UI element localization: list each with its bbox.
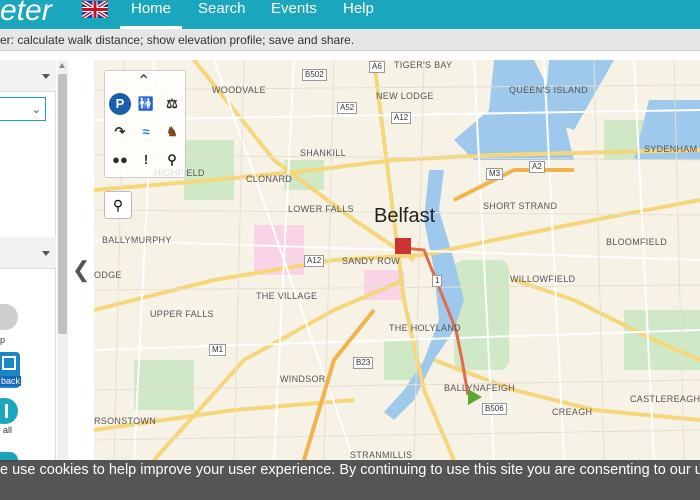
nav-search[interactable]: Search [198,0,246,29]
chevron-down-icon: ⌄ [31,104,41,116]
road-badge: 1 [432,275,443,287]
scroll-up-arrow-icon[interactable] [59,63,65,68]
square-icon [2,356,16,370]
place-label: THE HOLYLAND [389,323,461,333]
feedback-label: back [0,376,22,386]
place-label: SYDENHAM [644,144,698,154]
place-label: ODGE [94,270,122,280]
place-label: LOWER FALLS [288,204,354,214]
place-label: BLOOMFIELD [606,237,668,247]
panel-header-top[interactable] [0,60,56,92]
panel-select[interactable]: ⌄ [0,97,46,121]
place-label: NEW LODGE [376,91,434,101]
road-badge: A12 [391,112,412,124]
place-label: CLONARD [246,174,293,184]
route-end-marker[interactable] [468,389,482,405]
uk-flag-icon[interactable] [82,1,108,18]
place-label: RSONSTOWN [94,416,157,426]
place-label: CREAGH [552,407,593,417]
road-badge: A6 [369,61,385,73]
page-description: er: calculate walk distance; show elevat… [0,29,700,51]
chevron-up-icon[interactable]: ⌃ [137,71,150,91]
nav-home[interactable]: Home [120,0,182,29]
place-label: SANDY ROW [342,256,401,266]
restaurant-icon[interactable]: ⚖ [161,93,183,115]
road-badge: M1 [209,344,227,356]
alert-icon[interactable]: ! [135,149,157,171]
place-label: STRANMILLIS [350,450,413,460]
place-label: THE VILLAGE [256,291,318,301]
nav-help[interactable]: Help [343,0,374,29]
nav-events[interactable]: Events [271,0,317,29]
toilets-icon[interactable]: 🚻 [135,93,157,115]
city-label: Belfast [374,205,436,227]
caret-down-icon [42,251,50,256]
group-icon[interactable]: ●● [109,149,131,171]
parking-icon[interactable]: P [109,93,131,115]
pin-icon[interactable]: ⚲ [161,149,183,171]
road-badge: M3 [486,168,504,180]
gray-button-label: p [0,335,6,345]
horse-icon[interactable]: ♞ [161,121,183,143]
top-navigation-bar: eter Home Search Events Help [0,0,700,29]
panel-scrollbar[interactable] [57,60,68,460]
water-icon[interactable]: ≈ [135,121,157,143]
place-label: TIGER'S BAY [394,60,453,70]
route-icon[interactable]: ↷ [109,121,131,143]
map-layers-toolbox: ⌃ P 🚻 ⚖ ↷ ≈ ♞ ●● ! ⚲ [104,70,186,178]
collapse-panel-chevron-left-icon[interactable]: ❮ [72,258,90,282]
show-all-label: all [3,425,13,435]
place-label: WINDSOR [280,374,326,384]
site-logo[interactable]: eter [0,0,52,27]
map-search-button[interactable]: ⚲ [104,191,132,219]
place-label: UPPER FALLS [150,309,214,319]
road-badge: A12 [304,255,325,267]
road-badge: A52 [337,102,358,114]
place-label: SHANKILL [300,148,346,158]
caret-down-icon [42,74,50,79]
cookie-banner: e use cookies to help improve your user … [0,460,700,500]
road-badge: B23 [353,357,374,369]
place-label: QUEEN'S ISLAND [509,85,588,95]
route-start-marker[interactable] [395,238,411,254]
place-label: SHORT STRAND [483,201,558,211]
panel-header-middle[interactable] [0,237,56,269]
road-badge: B502 [302,69,327,81]
search-icon: ⚲ [112,197,124,213]
place-label: WOODVALE [212,85,266,95]
scroll-thumb[interactable] [58,74,67,334]
cookie-message: e use cookies to help improve your user … [0,462,700,478]
road-badge: A2 [529,161,545,173]
road-badge: B506 [482,403,507,415]
cookie-banner-bottom [0,486,700,500]
place-label: WILLOWFIELD [510,274,576,284]
place-label: CASTLEREAGH [630,394,700,404]
place-label: BALLYMURPHY [102,235,172,245]
bar-icon [5,404,8,418]
